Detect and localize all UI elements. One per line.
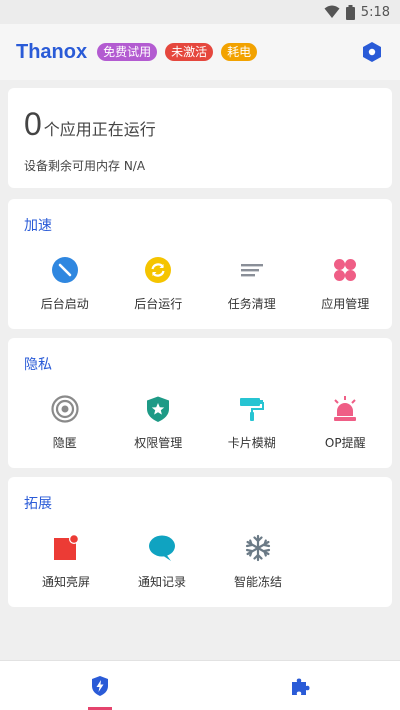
feature-notification-wake[interactable]: 通知亮屏: [18, 533, 114, 590]
section-privacy: 隐私 隐匿 权限管理 卡片模糊 OP提醒: [8, 338, 392, 468]
shield-bolt-icon: [92, 675, 108, 696]
status-bar: 5:18: [0, 0, 400, 24]
feature-label: 后台启动: [40, 297, 89, 311]
running-status-card[interactable]: 0 个应用正在运行 设备剩余可用内存 N/A: [8, 88, 392, 188]
feature-background-start[interactable]: 后台启动: [18, 255, 112, 312]
feature-app-manage[interactable]: 应用管理: [299, 255, 393, 312]
badge-inactive: 未激活: [165, 43, 214, 61]
feature-label: 通知记录: [137, 575, 186, 589]
section-title: 拓展: [24, 496, 52, 512]
feature-label: 隐匿: [52, 436, 77, 450]
feature-label: 卡片模糊: [227, 436, 276, 450]
feature-label: 通知亮屏: [41, 575, 90, 589]
feature-label: 智能冻结: [233, 575, 282, 589]
section-accelerate: 加速 后台启动 后台运行 任务清理 应用管理: [8, 199, 392, 329]
wifi-icon: [324, 5, 340, 19]
feature-label: 权限管理: [134, 436, 183, 450]
feature-label: 任务清理: [227, 297, 276, 311]
nav-tab-dashboard[interactable]: [0, 661, 200, 710]
sync-icon: [143, 255, 173, 285]
target-icon: [50, 394, 80, 424]
feature-background-run[interactable]: 后台运行: [112, 255, 206, 312]
running-text: 个应用正在运行: [43, 120, 156, 139]
settings-button[interactable]: [360, 40, 384, 64]
section-title: 加速: [24, 218, 52, 234]
feature-op-alert[interactable]: OP提醒: [299, 394, 393, 451]
alarm-light-icon: [330, 394, 360, 424]
app-bar: Thanox 免费试用 未激活 耗电: [0, 24, 400, 80]
chat-bubble-icon: [147, 533, 177, 563]
feature-label: OP提醒: [324, 436, 366, 450]
feature-smart-freeze[interactable]: 智能冻结: [210, 533, 306, 590]
app-title: Thanox: [16, 40, 88, 63]
feature-hide[interactable]: 隐匿: [18, 394, 112, 451]
feature-permission[interactable]: 权限管理: [112, 394, 206, 451]
section-extension: 拓展 通知亮屏 通知记录 智能冻结: [8, 477, 392, 607]
feature-label: 后台运行: [134, 297, 183, 311]
badge-trial: 免费试用: [97, 43, 158, 61]
feature-notification-log[interactable]: 通知记录: [114, 533, 210, 590]
feature-label: 应用管理: [321, 297, 370, 311]
puzzle-icon: [292, 678, 310, 695]
shield-star-icon: [143, 394, 173, 424]
snowflake-icon: [243, 533, 273, 563]
feature-task-clean[interactable]: 任务清理: [205, 255, 299, 312]
notification-screen-icon: [51, 533, 81, 563]
paint-roller-icon: [237, 394, 267, 424]
bottom-navigation: [0, 660, 400, 710]
block-start-icon: [50, 255, 80, 285]
running-summary: 0 个应用正在运行: [24, 106, 156, 143]
badge-battery: 耗电: [221, 43, 258, 61]
running-count: 0: [24, 106, 42, 142]
hexagon-settings-icon: [363, 42, 381, 62]
nav-tab-plugins[interactable]: [200, 661, 400, 710]
feature-card-blur[interactable]: 卡片模糊: [205, 394, 299, 451]
section-title: 隐私: [24, 357, 52, 373]
apps-grid-icon: [330, 255, 360, 285]
clock: 5:18: [360, 4, 390, 20]
battery-icon: [345, 4, 355, 20]
clear-list-icon: [237, 255, 267, 285]
memory-text: 设备剩余可用内存 N/A: [24, 159, 146, 173]
